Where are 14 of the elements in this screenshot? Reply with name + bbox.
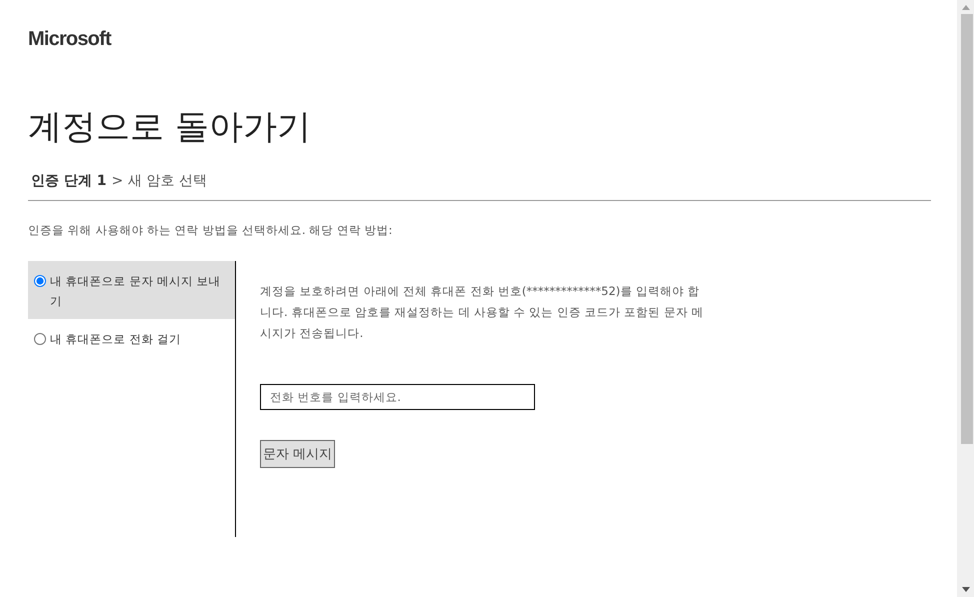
radio-button[interactable] [34, 275, 46, 287]
contact-option[interactable]: 내 휴대폰으로 전화 걸기 [28, 319, 235, 357]
phone-input-field[interactable]: 전화 번호를 입력하세요. [260, 384, 535, 410]
instruction-text: 인증을 위해 사용해야 하는 연락 방법을 선택하세요. 해당 연락 방법: [28, 223, 392, 238]
breadcrumb-step: 인증 단계 1 [31, 172, 106, 190]
breadcrumb-separator: > [112, 173, 124, 189]
page-title: 계정으로 돌아가기 [28, 106, 311, 149]
send-text-button[interactable]: 문자 메시지 [260, 440, 336, 468]
contact-option[interactable]: 내 휴대폰으로 문자 메시지 보내기 [28, 261, 235, 319]
scrollbar[interactable] [957, 0, 974, 597]
breadcrumb-step: 새 암호 선택 [128, 172, 208, 190]
logo: Microsoft [28, 28, 111, 51]
description-text: 계정을 보호하려면 아래에 전체 휴대폰 전화 번호(*************52)를 입력해야 합니다. 휴대폰으로 암호를 재설정하는 데 사용할 수 있는 인증 코드가 포함된 문자 메시지가 전송됩니다. [260, 283, 705, 342]
radio-button[interactable] [34, 333, 46, 345]
